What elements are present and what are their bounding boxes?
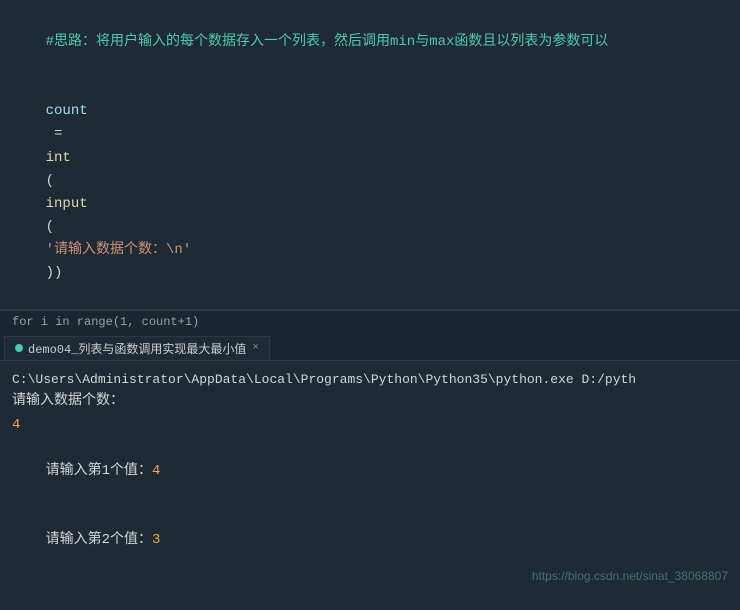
tab-label: demo04_列表与函数调用实现最大最小值 <box>28 340 246 357</box>
status-bar: for i in range(1, count+1) <box>0 310 740 335</box>
terminal-input-count: 4 <box>12 414 728 437</box>
terminal-path: C:\Users\Administrator\AppData\Local\Pro… <box>12 369 728 390</box>
code-editor: #思路：将用户输入的每个数据存入一个列表，然后调用min与max函数且以列表为参… <box>0 0 740 310</box>
builtin-input: input <box>46 196 88 212</box>
code-line-1: #思路：将用户输入的每个数据存入一个列表，然后调用min与max函数且以列表为参… <box>12 8 728 77</box>
tab-bar: demo04_列表与函数调用实现最大最小值 × <box>0 335 740 361</box>
status-text: for i in range(1, count+1) <box>12 315 199 329</box>
tab-close-icon[interactable]: × <box>252 342 259 354</box>
watermark: https://blog.csdn.net/sinat_38068807 <box>532 569 728 583</box>
tab-dot <box>15 344 23 352</box>
terminal-line-2: 请输入第2个值：3 <box>12 506 728 575</box>
string-1: '请输入数据个数：\n' <box>46 242 192 258</box>
terminal-prompt-line: 请输入数据个数： <box>12 390 728 413</box>
var-count: count <box>46 103 88 119</box>
builtin-int: int <box>46 150 71 166</box>
comment-text-1: #思路：将用户输入的每个数据存入一个列表，然后调用min与max函数且以列表为参… <box>46 34 609 50</box>
code-line-2: count = int ( input ( '请输入数据个数：\n' )) <box>12 77 728 308</box>
terminal-line-1: 请输入第1个值：4 <box>12 437 728 506</box>
terminal: C:\Users\Administrator\AppData\Local\Pro… <box>0 361 740 591</box>
terminal-tab[interactable]: demo04_列表与函数调用实现最大最小值 × <box>4 336 270 360</box>
